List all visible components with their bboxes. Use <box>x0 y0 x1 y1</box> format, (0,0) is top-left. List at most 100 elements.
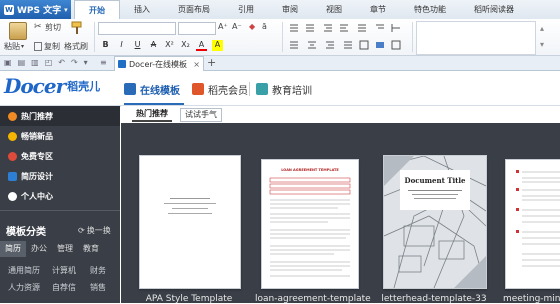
strikethrough-button[interactable]: A <box>148 40 159 51</box>
redo-icon[interactable]: ↷ <box>71 58 78 67</box>
grow-font-button[interactable]: A⁺ <box>218 22 228 31</box>
close-icon[interactable]: × <box>193 60 200 69</box>
doc-tab-title: Docer-在线模板 <box>129 59 188 69</box>
docer-logo[interactable]: Docer 稻壳儿 <box>4 74 100 98</box>
nav-divider <box>249 82 250 96</box>
nav-member-label: 稻壳会员 <box>208 85 248 97</box>
category-management[interactable]: 管理 <box>52 241 78 257</box>
new-tab-button[interactable]: + <box>207 56 216 70</box>
italic-button[interactable]: I <box>116 40 127 51</box>
underline-button[interactable]: U <box>132 40 143 51</box>
paste-button[interactable]: 粘贴 ▾ <box>4 41 24 52</box>
pinyin-button[interactable]: ā <box>262 22 267 31</box>
category-education[interactable]: 教育 <box>78 241 104 257</box>
templates-icon <box>124 83 136 95</box>
undo-icon[interactable]: ↶ <box>58 58 65 67</box>
paste-label: 粘贴 <box>4 42 20 51</box>
nav-online-templates-label: 在线模板 <box>140 85 180 97</box>
sidebar-item-hot[interactable]: 热门推荐 <box>0 106 120 126</box>
bestseller-icon <box>8 131 17 141</box>
template-thumbnail-meeting[interactable] <box>505 159 560 289</box>
chevron-down-icon: ▾ <box>64 5 68 14</box>
category-office[interactable]: 办公 <box>26 241 52 257</box>
app-menu-button[interactable]: W WPS 文字 ▾ <box>0 0 71 19</box>
open-icon[interactable]: ▤ <box>18 58 26 67</box>
subtab-lucky-button[interactable]: 试试手气 <box>180 108 222 122</box>
docer-logo-word: Docer <box>4 74 66 98</box>
tab-references[interactable]: 引用 <box>224 0 268 19</box>
subcategory-item[interactable]: 通用简历 <box>8 265 40 276</box>
tab-sections[interactable]: 章节 <box>356 0 400 19</box>
nav-education-label: 教育培训 <box>272 85 312 97</box>
tab-review[interactable]: 审阅 <box>268 0 312 19</box>
sidebar-item-free[interactable]: 免费专区 <box>0 146 120 166</box>
eraser-icon: ◆ <box>249 22 256 31</box>
chevron-down-icon: ▾ <box>21 43 25 50</box>
sidebar-item-label: 免费专区 <box>21 151 53 161</box>
category-resume[interactable]: 简历 <box>0 241 26 257</box>
clear-format-button[interactable]: ◆ <box>249 22 255 31</box>
member-icon <box>192 83 204 95</box>
nav-education[interactable]: 教育培训 <box>256 79 312 99</box>
free-icon <box>8 151 17 161</box>
tab-list-icon[interactable]: ≡ <box>100 58 107 67</box>
subscript-button[interactable]: X₂ <box>180 40 191 51</box>
shrink-font-button[interactable]: A⁻ <box>232 22 242 31</box>
tab-special[interactable]: 特色功能 <box>400 0 460 19</box>
sidebar-divider <box>0 210 120 211</box>
grow-font-icon: A⁺ <box>218 22 228 31</box>
category-heading: 模板分类 <box>6 227 46 238</box>
subcategory-item[interactable]: 财务 <box>90 265 106 276</box>
format-brush-icon[interactable] <box>70 21 83 35</box>
resume-icon <box>8 171 17 181</box>
subcategory-item[interactable]: 自荐信 <box>52 282 76 293</box>
styles-gallery[interactable] <box>416 21 536 55</box>
tab-docer-template[interactable]: Docer-在线模板 × <box>114 56 204 71</box>
tab-reader[interactable]: 稻听阅读器 <box>460 0 528 19</box>
bold-button[interactable]: B <box>100 40 111 51</box>
font-color-button[interactable]: A <box>196 40 207 51</box>
copy-label: 复制 <box>44 42 60 51</box>
save-icon[interactable]: ▣ <box>4 58 12 67</box>
gallery-scroll-icon[interactable]: ▴ <box>540 24 544 33</box>
template-thumbnail-letterhead[interactable]: Document Title <box>383 155 487 289</box>
copy-button[interactable]: 复制 <box>34 41 60 52</box>
highlight-button[interactable]: A <box>212 40 223 51</box>
superscript-button[interactable]: X² <box>164 40 175 51</box>
pinyin-icon: ā <box>262 22 267 31</box>
font-name-select[interactable] <box>98 22 176 35</box>
flame-icon <box>8 111 17 121</box>
subtab-hot[interactable]: 热门推荐 <box>132 108 172 122</box>
format-brush-label: 格式刷 <box>64 42 88 51</box>
gallery-scroll-down-icon[interactable]: ▾ <box>540 40 544 49</box>
print-icon[interactable]: ▥ <box>31 58 39 67</box>
sidebar-item-new[interactable]: 畅销新品 <box>0 126 120 146</box>
subcategory-item[interactable]: 人力资源 <box>8 282 40 293</box>
sidebar-item-resume[interactable]: 简历设计 <box>0 166 120 186</box>
template-thumbnail-loan[interactable]: LOAN AGREEMENT TEMPLATE <box>261 159 359 289</box>
app-name: WPS 文字 <box>17 6 62 16</box>
category-tabs: 简历 办公 管理 教育 <box>0 241 120 257</box>
paste-icon[interactable] <box>9 22 27 40</box>
tab-page-layout[interactable]: 页面布局 <box>164 0 224 19</box>
sidebar-item-profile[interactable]: 个人中心 <box>0 186 120 206</box>
subcategory-item[interactable]: 计算机 <box>52 265 76 276</box>
docer-tab-icon <box>118 60 126 68</box>
subcategory-item[interactable]: 销售 <box>90 282 106 293</box>
plus-icon: + <box>207 56 217 69</box>
template-thumbnail-apa[interactable] <box>139 155 241 289</box>
tab-home[interactable]: 开始 <box>74 0 120 20</box>
shuffle-button[interactable]: ⟳ 换一换 <box>78 225 111 236</box>
tab-insert[interactable]: 插入 <box>120 0 164 19</box>
tab-view[interactable]: 视图 <box>312 0 356 19</box>
preview-icon[interactable]: ◰ <box>45 58 53 67</box>
text-line <box>172 208 208 209</box>
font-size-select[interactable] <box>178 22 216 35</box>
nav-online-templates[interactable]: 在线模板 <box>124 79 180 99</box>
nav-member[interactable]: 稻壳会员 <box>192 79 248 99</box>
sidebar-item-label: 热门推荐 <box>21 111 53 121</box>
cut-button[interactable]: ✂ 剪切 <box>34 22 61 33</box>
menu-tabs: 开始 插入 页面布局 引用 审阅 视图 章节 特色功能 稻听阅读器 <box>74 0 528 20</box>
format-brush-button[interactable]: 格式刷 <box>64 41 88 52</box>
more-icon[interactable]: ▾ <box>84 58 88 67</box>
